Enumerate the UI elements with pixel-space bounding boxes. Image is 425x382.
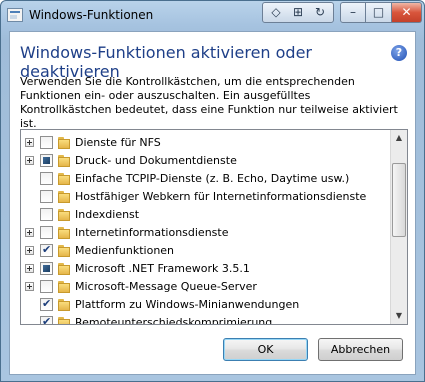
window-title: Windows-Funktionen <box>29 8 154 22</box>
expand-plus-icon[interactable] <box>25 264 34 273</box>
feature-label: Indexdienst <box>75 208 140 221</box>
diamond-icon[interactable]: ◇ <box>265 3 287 22</box>
dialog-window: Windows-Funktionen ◇ ⊞ ↻ – □ ✕ Windows-Fun… <box>0 0 425 382</box>
close-button[interactable]: ✕ <box>392 2 422 23</box>
feature-checkbox[interactable] <box>40 297 53 311</box>
feature-row[interactable]: Plattform zu Windows-Minianwendungen <box>21 296 391 314</box>
caption-tools-group[interactable]: ◇ ⊞ ↻ <box>262 2 334 23</box>
vertical-scrollbar[interactable]: ▲ ▼ <box>390 130 407 324</box>
scroll-thumb[interactable] <box>392 163 406 237</box>
feature-checkbox[interactable] <box>40 280 53 293</box>
folder-icon <box>58 227 70 239</box>
refresh-icon[interactable]: ↻ <box>309 3 331 22</box>
feature-checkbox[interactable] <box>40 208 53 221</box>
minimize-button[interactable]: – <box>340 2 366 23</box>
scroll-up-arrow-icon[interactable]: ▲ <box>391 130 407 146</box>
feature-label: Druck- und Dokumentdienste <box>75 154 237 167</box>
folder-icon <box>58 173 70 185</box>
expand-plus-icon[interactable] <box>25 228 34 237</box>
feature-checkbox[interactable] <box>40 172 53 185</box>
feature-row[interactable]: Hostfähiger Webkern für Internetinformat… <box>21 188 391 206</box>
feature-label: Microsoft .NET Framework 3.5.1 <box>75 262 250 275</box>
cancel-button[interactable]: Abbrechen <box>318 338 403 361</box>
dialog-content: Windows-Funktionen aktivieren oder deakt… <box>9 31 416 375</box>
expand-plus-icon[interactable] <box>25 156 34 165</box>
feature-row[interactable]: Microsoft-Message Queue-Server <box>21 278 391 296</box>
folder-icon <box>58 245 70 257</box>
ok-button[interactable]: OK <box>223 338 308 361</box>
feature-label: Hostfähiger Webkern für Internetinformat… <box>75 190 367 203</box>
feature-label: Remoteunterschiedskomprimierung <box>75 316 273 325</box>
windows-features-icon <box>7 8 23 22</box>
feature-label: Plattform zu Windows-Minianwendungen <box>75 298 300 311</box>
folder-icon <box>58 299 70 311</box>
folder-icon <box>58 209 70 221</box>
feature-row[interactable]: Indexdienst <box>21 206 391 224</box>
feature-checkbox[interactable] <box>40 154 53 167</box>
feature-row[interactable]: Medienfunktionen <box>21 242 391 260</box>
feature-label: Dienste für NFS <box>75 136 161 149</box>
expand-plus-icon[interactable] <box>25 246 34 255</box>
folder-icon <box>58 263 70 275</box>
feature-checkbox[interactable] <box>40 136 53 149</box>
feature-checkbox[interactable] <box>40 315 53 324</box>
feature-checkbox[interactable] <box>40 243 53 257</box>
maximize-button[interactable]: □ <box>366 2 392 23</box>
feature-label: Einfache TCPIP-Dienste (z. B. Echo, Dayt… <box>75 172 350 185</box>
feature-tree[interactable]: Dienste für NFS Druck- und Dokumentdienst… <box>20 129 408 325</box>
feature-row[interactable]: Druck- und Dokumentdienste <box>21 152 391 170</box>
folder-icon <box>58 191 70 203</box>
feature-row[interactable]: Remoteunterschiedskomprimierung <box>21 314 391 325</box>
feature-row[interactable]: Internetinformationsdienste <box>21 224 391 242</box>
feature-row[interactable]: Microsoft .NET Framework 3.5.1 <box>21 260 391 278</box>
feature-checkbox[interactable] <box>40 262 53 275</box>
dialog-description: Verwenden Sie die Kontrollkästchen, um d… <box>20 75 398 130</box>
feature-checkbox[interactable] <box>40 190 53 203</box>
feature-checkbox[interactable] <box>40 226 53 239</box>
folder-icon <box>58 281 70 293</box>
expand-plus-icon[interactable] <box>25 138 34 147</box>
feature-label: Microsoft-Message Queue-Server <box>75 280 257 293</box>
feature-row[interactable]: Dienste für NFS <box>21 134 391 152</box>
feature-label: Internetinformationsdienste <box>75 226 229 239</box>
feature-row[interactable]: Einfache TCPIP-Dienste (z. B. Echo, Dayt… <box>21 170 391 188</box>
title-bar[interactable]: Windows-Funktionen ◇ ⊞ ↻ – □ ✕ <box>1 1 424 31</box>
help-icon[interactable]: ? <box>391 45 407 61</box>
folder-icon <box>58 155 70 167</box>
feature-label: Medienfunktionen <box>75 244 175 257</box>
scroll-down-arrow-icon[interactable]: ▼ <box>391 308 407 324</box>
folder-icon <box>58 137 70 149</box>
window-icon[interactable]: ⊞ <box>287 3 309 22</box>
folder-icon <box>58 317 70 324</box>
expand-plus-icon[interactable] <box>25 282 34 291</box>
